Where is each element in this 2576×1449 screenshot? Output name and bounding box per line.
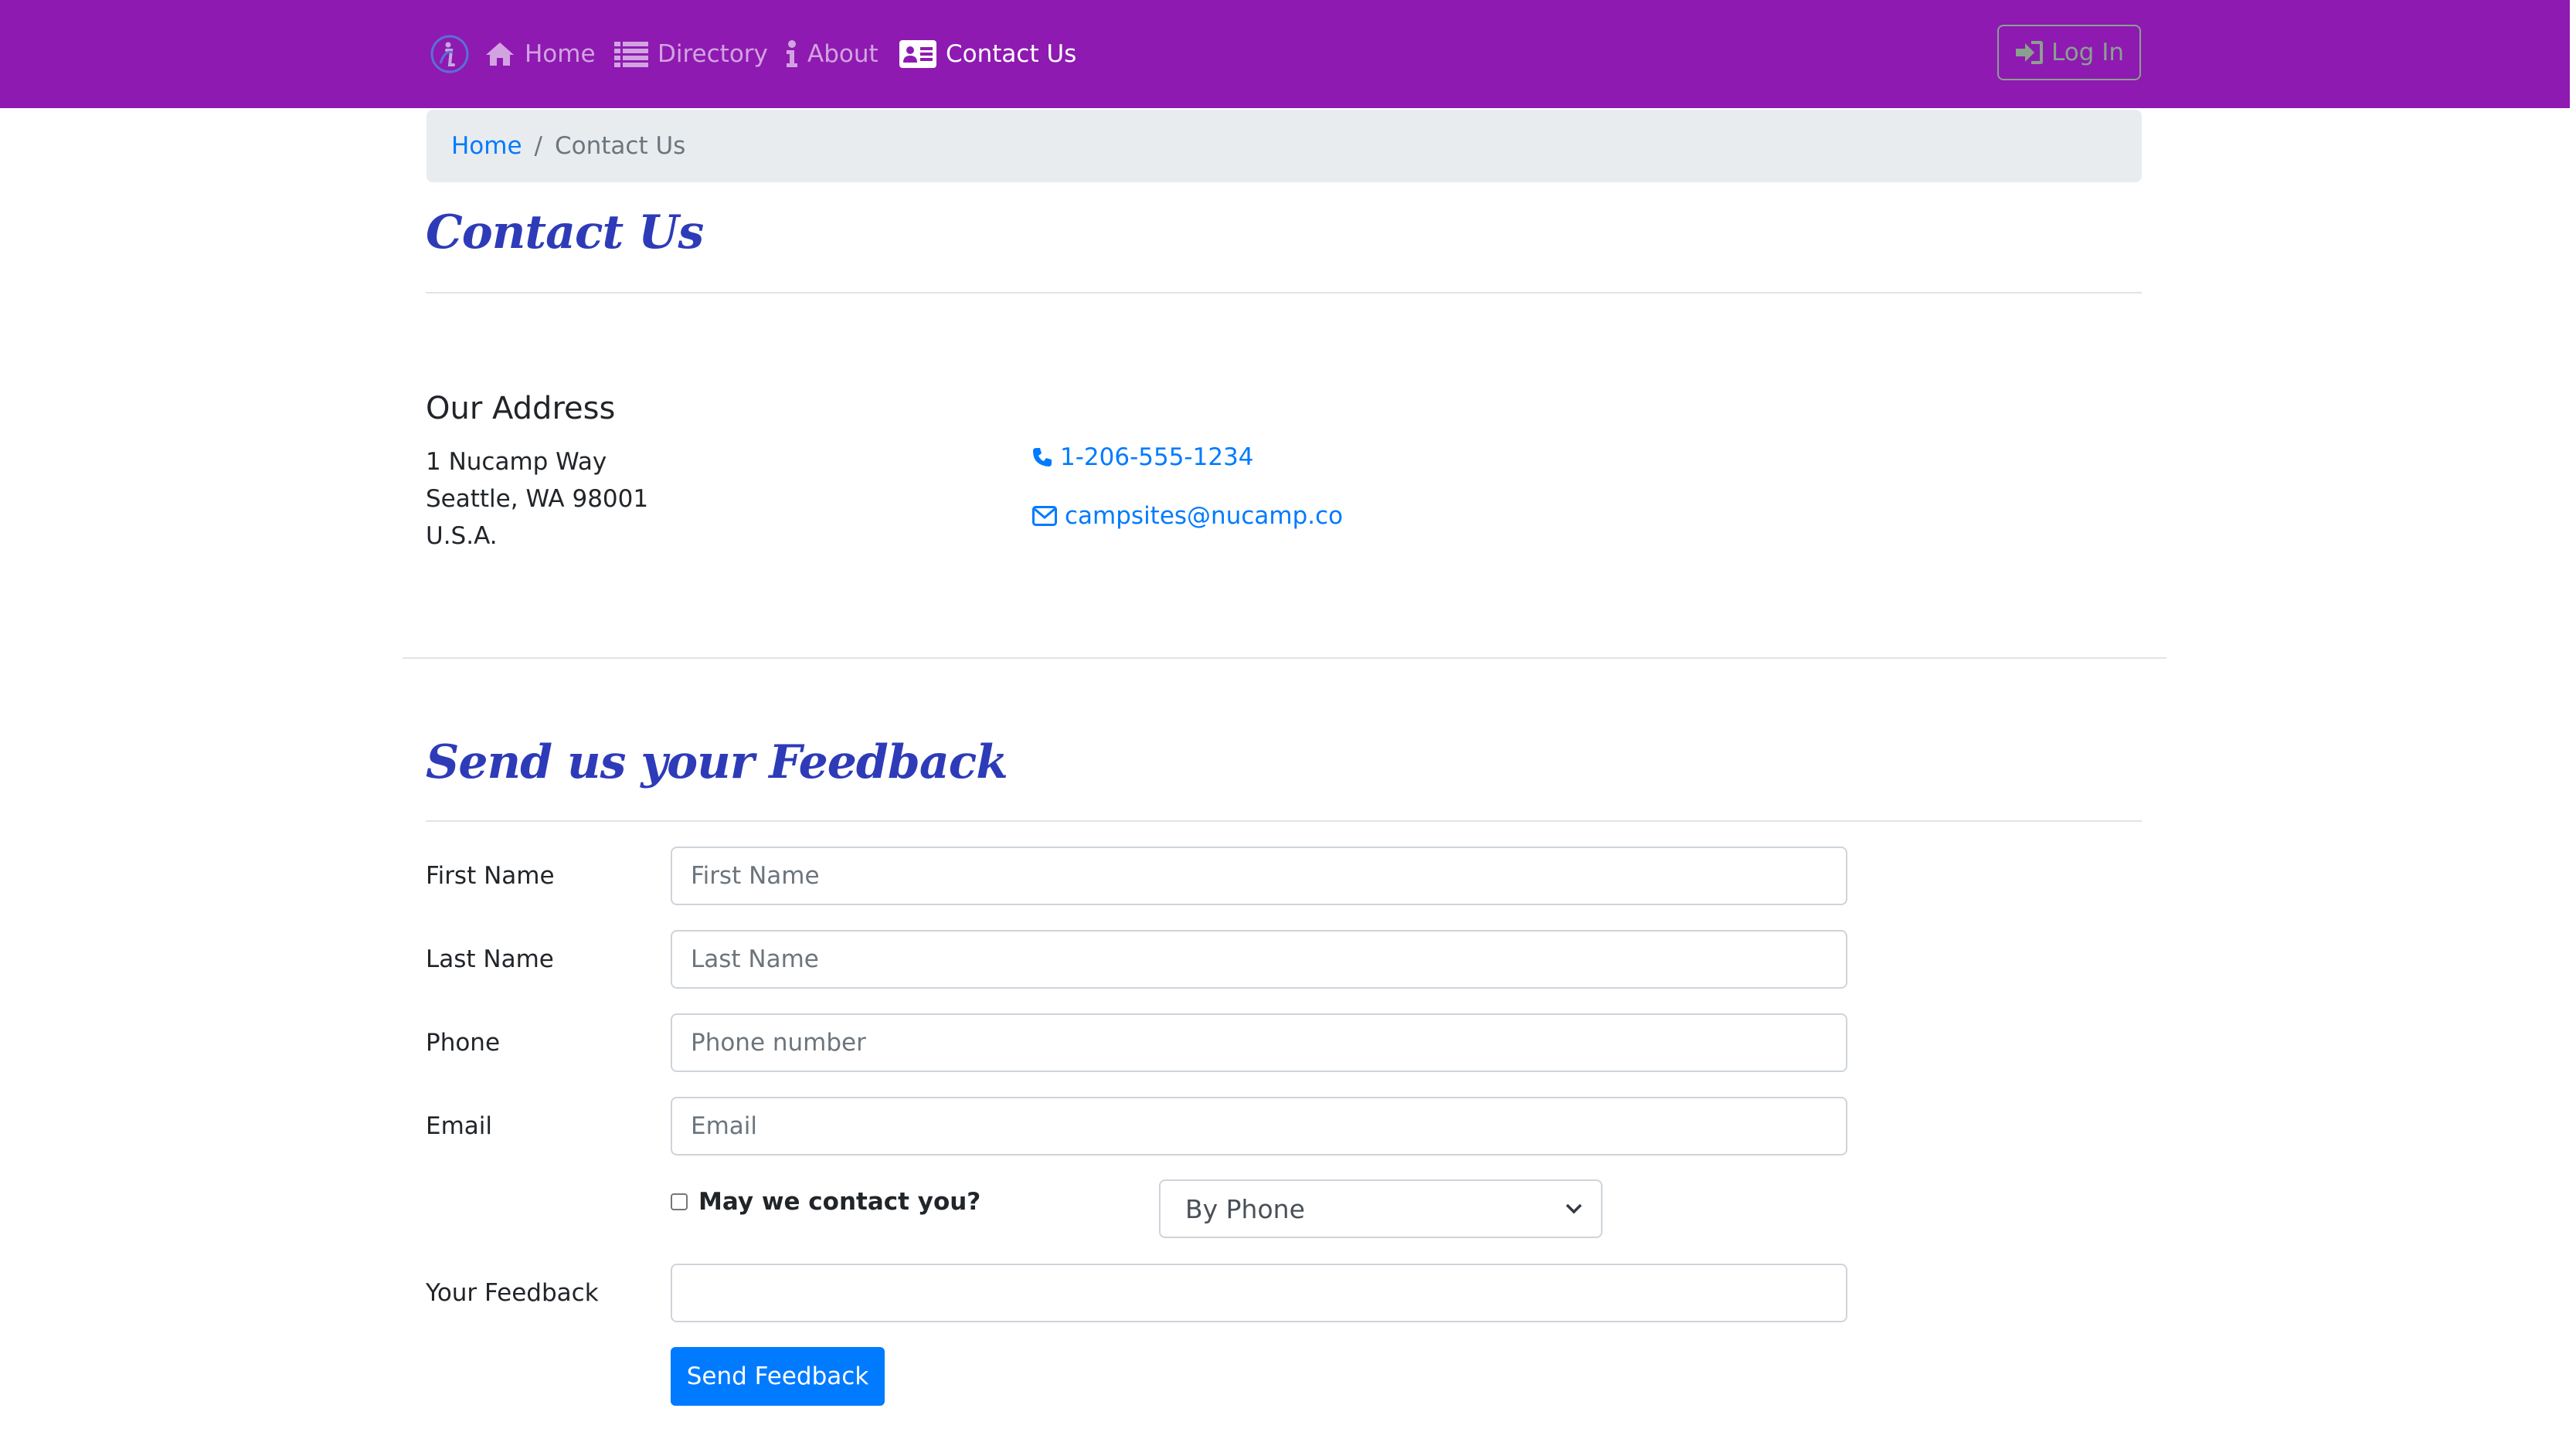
- navbar: Home Directory About Contact Us Log In: [0, 0, 2570, 108]
- phone-label: Phone: [426, 1029, 501, 1057]
- email-input[interactable]: [671, 1097, 1847, 1155]
- breadcrumb-current: Contact Us: [555, 132, 686, 160]
- list-icon: [614, 42, 648, 67]
- login-label: Log In: [2051, 39, 2124, 66]
- feedback-divider: [426, 820, 2142, 822]
- feedback-title: Send us your Feedback: [426, 735, 1008, 789]
- nav-contact-label: Contact Us: [946, 40, 1077, 68]
- nav-contact[interactable]: Contact Us: [899, 32, 1076, 76]
- contact-method-select[interactable]: By Phone: [1159, 1179, 1602, 1238]
- last-name-input[interactable]: [671, 930, 1847, 989]
- contact-method-value: By Phone: [1185, 1193, 1305, 1224]
- nucamp-logo-icon[interactable]: [430, 34, 470, 74]
- address-card-icon: [899, 40, 936, 68]
- phone-icon: [1033, 448, 1052, 467]
- home-icon: [486, 42, 514, 66]
- email-link[interactable]: campsites@nucamp.co: [1032, 502, 1343, 530]
- address-line-2: Seattle, WA 98001: [426, 485, 649, 513]
- address-title: Our Address: [426, 391, 616, 426]
- login-button[interactable]: Log In: [1997, 25, 2141, 80]
- address-line-3: U.S.A.: [426, 522, 498, 550]
- chevron-down-icon: [1565, 1203, 1582, 1214]
- nav-about[interactable]: About: [786, 32, 878, 76]
- breadcrumb-home-link[interactable]: Home: [451, 132, 522, 160]
- sign-in-icon: [2015, 41, 2043, 64]
- nav-home-label: Home: [525, 40, 596, 68]
- page-title: Contact Us: [426, 205, 704, 260]
- section-divider: [403, 657, 2166, 659]
- title-divider: [426, 292, 2142, 294]
- contact-checkbox-row[interactable]: May we contact you?: [671, 1185, 980, 1219]
- email-label: Email: [426, 1112, 493, 1140]
- nav-home[interactable]: Home: [484, 32, 596, 76]
- address-line-1: 1 Nucamp Way: [426, 448, 607, 476]
- contact-checkbox[interactable]: [671, 1193, 688, 1210]
- nav-directory[interactable]: Directory: [614, 32, 768, 76]
- breadcrumb: Home / Contact Us: [427, 110, 2142, 182]
- breadcrumb-separator: /: [534, 132, 542, 160]
- nav-about-label: About: [807, 40, 878, 68]
- envelope-icon: [1032, 506, 1057, 526]
- feedback-textarea[interactable]: [671, 1264, 1847, 1322]
- last-name-label: Last Name: [426, 945, 554, 973]
- email-text: campsites@nucamp.co: [1065, 502, 1344, 530]
- first-name-input[interactable]: [671, 847, 1847, 905]
- phone-input[interactable]: [671, 1013, 1847, 1072]
- contact-checkbox-label: May we contact you?: [698, 1188, 981, 1216]
- nav-directory-label: Directory: [658, 40, 768, 68]
- info-icon: [787, 40, 797, 67]
- phone-text: 1-206-555-1234: [1060, 443, 1254, 471]
- send-feedback-button[interactable]: Send Feedback: [671, 1347, 885, 1406]
- phone-link[interactable]: 1-206-555-1234: [1032, 443, 1254, 471]
- feedback-label: Your Feedback: [426, 1279, 599, 1307]
- first-name-label: First Name: [426, 862, 555, 890]
